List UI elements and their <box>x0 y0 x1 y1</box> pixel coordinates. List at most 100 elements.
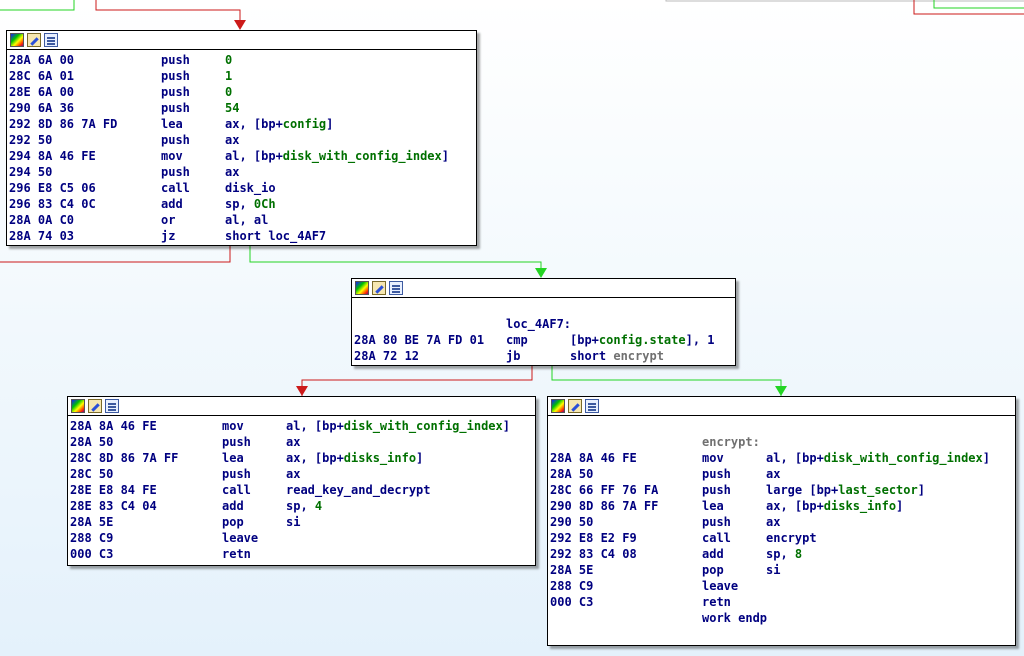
instruction-mnemonic[interactable]: pop <box>702 562 724 578</box>
basic-block-2-titlebar[interactable] <box>352 279 735 298</box>
operand-text[interactable]: sp, <box>286 499 315 513</box>
instruction-mnemonic[interactable]: work endp <box>702 610 767 626</box>
basic-block-4-code[interactable]: encrypt: 28A 8A 46 FE mov al, [bp+disk_with… <box>548 416 1015 626</box>
instruction-bytes[interactable]: 000 C3 <box>70 546 113 562</box>
color-palette-icon[interactable] <box>71 399 85 413</box>
basic-block-3-code[interactable]: 28A 8A 46 FE mov al, [bp+disk_with_config_… <box>68 416 535 562</box>
instruction-mnemonic[interactable]: push <box>161 164 190 180</box>
operand-text[interactable]: al, al <box>225 213 268 227</box>
graph-view-icon[interactable] <box>585 399 599 413</box>
instruction-bytes[interactable]: 28A 0A C0 <box>9 212 74 228</box>
instruction-mnemonic[interactable]: lea <box>222 450 244 466</box>
operand-text[interactable]: si <box>286 515 300 529</box>
operand-text[interactable]: al, [bp+ <box>225 149 283 163</box>
operand-text[interactable]: ], 1 <box>686 333 715 347</box>
instruction-line[interactable]: work endp <box>548 610 1015 626</box>
immediate-value[interactable]: 0 <box>225 85 232 99</box>
instruction-line[interactable]: 292 8D 86 7A FD lea ax, [bp+config] <box>7 116 476 132</box>
symbol-reference[interactable]: disk_with_config_index <box>283 149 442 163</box>
immediate-value[interactable]: 0Ch <box>254 197 276 211</box>
instruction-operands[interactable]: al, [bp+disk_with_config_index] <box>286 418 510 434</box>
instruction-mnemonic[interactable]: leave <box>222 530 258 546</box>
instruction-bytes[interactable]: 28C 6A 01 <box>9 68 74 84</box>
operand-text[interactable]: al, [bp+ <box>286 419 344 433</box>
operand-text[interactable]: si <box>766 563 780 577</box>
instruction-mnemonic[interactable]: mov <box>161 148 183 164</box>
operand-text[interactable]: large [bp+ <box>766 483 838 497</box>
operand-text[interactable]: read_key_and_decrypt <box>286 483 431 497</box>
instruction-bytes[interactable]: 292 8D 86 7A FD <box>9 116 117 132</box>
instruction-bytes[interactable]: 290 8D 86 7A FF <box>550 498 658 514</box>
instruction-line[interactable]: 000 C3 retn <box>548 594 1015 610</box>
instruction-bytes[interactable]: 296 83 C4 0C <box>9 196 96 212</box>
instruction-bytes[interactable]: 28E 6A 00 <box>9 84 74 100</box>
instruction-mnemonic[interactable]: jb <box>506 348 520 364</box>
instruction-mnemonic[interactable]: leave <box>702 578 738 594</box>
instruction-bytes[interactable]: 28A 5E <box>550 562 593 578</box>
instruction-line[interactable]: 294 8A 46 FE mov al, [bp+disk_with_config_… <box>7 148 476 164</box>
instruction-line[interactable]: 28E E8 84 FE call read_key_and_decrypt <box>68 482 535 498</box>
instruction-line[interactable]: 28A 72 12 jb short encrypt <box>352 348 735 364</box>
instruction-line[interactable]: 28A 50 push ax <box>548 466 1015 482</box>
instruction-operands[interactable]: al, [bp+disk_with_config_index] <box>766 450 990 466</box>
instruction-mnemonic[interactable]: push <box>222 434 251 450</box>
symbol-reference[interactable]: config.state <box>599 333 686 347</box>
symbol-reference[interactable]: disk_with_config_index <box>344 419 503 433</box>
operand-text[interactable]: short loc_4AF7 <box>225 229 326 243</box>
basic-block-3-titlebar[interactable] <box>68 397 535 416</box>
instruction-operands[interactable]: sp, 4 <box>286 498 322 514</box>
instruction-mnemonic[interactable]: mov <box>222 418 244 434</box>
instruction-mnemonic[interactable]: or <box>161 212 175 228</box>
instruction-bytes[interactable]: 28A 74 03 <box>9 228 74 244</box>
instruction-operands[interactable]: sp, 0Ch <box>225 196 276 212</box>
basic-block-2-code[interactable]: loc_4AF7: 28A 80 BE 7A FD 01 cmp [bp+config… <box>352 298 735 364</box>
instruction-bytes[interactable]: 288 C9 <box>550 578 593 594</box>
code-label[interactable]: encrypt: <box>702 434 760 450</box>
instruction-operands[interactable]: 0 <box>225 84 232 100</box>
instruction-operands[interactable]: ax <box>225 164 239 180</box>
basic-block-loc-4af7[interactable]: loc_4AF7: 28A 80 BE 7A FD 01 cmp [bp+config… <box>351 278 736 366</box>
instruction-line[interactable]: 28A 6A 00 push 0 <box>7 52 476 68</box>
instruction-operands[interactable]: large [bp+last_sector] <box>766 482 925 498</box>
instruction-mnemonic[interactable]: add <box>161 196 183 212</box>
instruction-operands[interactable]: si <box>286 514 300 530</box>
instruction-mnemonic[interactable]: retn <box>222 546 251 562</box>
instruction-bytes[interactable]: 28A 5E <box>70 514 113 530</box>
instruction-line[interactable]: 28A 80 BE 7A FD 01 cmp [bp+config.state], … <box>352 332 735 348</box>
instruction-mnemonic[interactable]: cmp <box>506 332 528 348</box>
instruction-operands[interactable]: 54 <box>225 100 239 116</box>
instruction-bytes[interactable]: 28C 50 <box>70 466 113 482</box>
instruction-operands[interactable]: ax, [bp+config] <box>225 116 333 132</box>
instruction-line[interactable]: 28C 50 push ax <box>68 466 535 482</box>
instruction-mnemonic[interactable]: call <box>161 180 190 196</box>
immediate-value[interactable]: 1 <box>225 69 232 83</box>
graph-view-icon[interactable] <box>389 281 403 295</box>
instruction-bytes[interactable]: 28A 8A 46 FE <box>550 450 637 466</box>
operand-text[interactable]: ax <box>225 133 239 147</box>
instruction-mnemonic[interactable]: push <box>222 466 251 482</box>
instruction-line[interactable]: 292 83 C4 08 add sp, 8 <box>548 546 1015 562</box>
instruction-line[interactable]: 28A 8A 46 FE mov al, [bp+disk_with_config_… <box>548 450 1015 466</box>
operand-text[interactable]: ax, [bp+ <box>225 117 283 131</box>
instruction-bytes[interactable]: 290 6A 36 <box>9 100 74 116</box>
instruction-line[interactable]: 28C 8D 86 7A FF lea ax, [bp+disks_info] <box>68 450 535 466</box>
instruction-operands[interactable]: al, al <box>225 212 268 228</box>
instruction-mnemonic[interactable]: call <box>702 530 731 546</box>
instruction-mnemonic[interactable]: push <box>161 100 190 116</box>
instruction-line[interactable]: 28A 74 03 jz short loc_4AF7 <box>7 228 476 244</box>
instruction-mnemonic[interactable]: push <box>161 68 190 84</box>
instruction-mnemonic[interactable]: push <box>161 52 190 68</box>
basic-block-1[interactable]: 28A 6A 00 push 0 28C 6A 01 push 1 28E 6A 00 pus… <box>6 30 477 246</box>
instruction-bytes[interactable]: 28A 72 12 <box>354 348 419 364</box>
instruction-operands[interactable]: ax <box>766 466 780 482</box>
code-label[interactable]: loc_4AF7: <box>506 316 571 332</box>
instruction-operands[interactable]: al, [bp+disk_with_config_index] <box>225 148 449 164</box>
operand-text[interactable]: sp, <box>766 547 795 561</box>
instruction-line[interactable]: 28E 83 C4 04 add sp, 4 <box>68 498 535 514</box>
instruction-mnemonic[interactable]: push <box>702 466 731 482</box>
instruction-line[interactable]: 000 C3 retn <box>68 546 535 562</box>
instruction-operands[interactable]: 0 <box>225 52 232 68</box>
symbol-reference[interactable]: disks_info <box>344 451 416 465</box>
instruction-bytes[interactable]: 28E E8 84 FE <box>70 482 157 498</box>
instruction-operands[interactable]: short encrypt <box>570 348 664 364</box>
